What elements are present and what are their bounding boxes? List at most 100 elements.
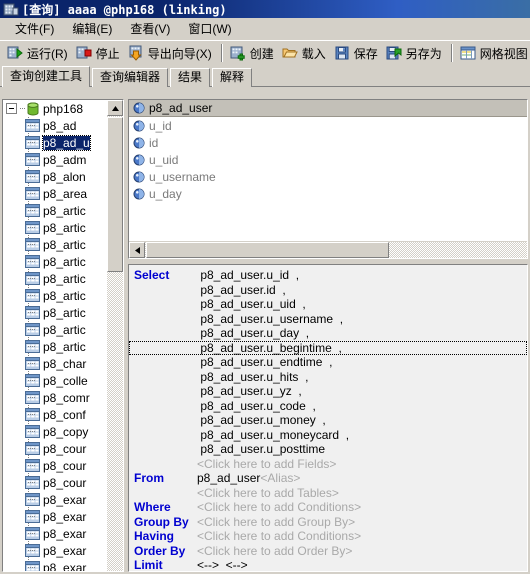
menu-edit[interactable]: 编辑(E) [63,18,121,39]
tree-vertical-scrollbar[interactable] [107,100,123,571]
tree-item[interactable]: p8_exar [3,508,108,525]
tree-item[interactable]: p8_artic [3,321,108,338]
tab-result[interactable]: 结果 [170,68,211,87]
query-select-field[interactable]: p8_ad_user.u_username , [197,312,343,326]
query-select-field[interactable]: p8_ad_user.u_endtime , [197,355,332,369]
tree-item[interactable]: p8_exar [3,559,108,571]
field-list-item[interactable]: u_uid [129,151,527,168]
toolbar-run[interactable]: 运行(R) [4,43,73,64]
query-add-tables-row[interactable]: <Click here to add Tables> [129,486,527,501]
query-select-field-row[interactable]: p8_ad_user.u_endtime , [129,355,527,370]
tree-item[interactable]: p8_exar [3,542,108,559]
tree-item[interactable]: p8_colle [3,372,108,389]
query-select-field-row[interactable]: p8_ad_user.u_username , [129,312,527,327]
tree-collapse-icon[interactable] [6,103,17,114]
tree-item[interactable]: p8_adm [3,151,108,168]
query-select-field[interactable]: p8_ad_user.u_yz , [197,384,301,398]
query-having-placeholder[interactable]: <Click here to add Conditions> [197,529,361,543]
query-select-field-row[interactable]: p8_ad_user.u_yz , [129,384,527,399]
field-list[interactable]: u_id id u_uid u_username u_day [129,117,527,202]
query-select-field-row[interactable]: Select p8_ad_user.u_id , [129,268,527,283]
query-select-field[interactable]: p8_ad_user.u_hits , [197,370,308,384]
toolbar-grid-view[interactable]: 网格视图 [457,43,530,64]
tree-item[interactable]: p8_ad_u [3,134,108,151]
tree-item[interactable]: p8_cour [3,440,108,457]
query-group-by-row[interactable]: Group By <Click here to add Group By> [129,515,527,530]
query-from-alias[interactable]: <Alias> [260,471,300,485]
query-select-field-row[interactable]: p8_ad_user.u_uid , [129,297,527,312]
database-tree-panel[interactable]: php168 p8_ad p8_ad_u p8_adm p8_alon p8_area p8… [2,99,124,572]
field-list-item[interactable]: u_id [129,117,527,134]
tab-query-editor[interactable]: 查询编辑器 [92,68,169,87]
tree-item[interactable]: p8_char [3,355,108,372]
tree-item[interactable]: p8_artic [3,338,108,355]
query-select-field[interactable]: p8_ad_user.u_posttime [197,442,328,456]
query-limit-row[interactable]: Limit <--> <--> [129,558,527,571]
tree-item[interactable]: p8_exar [3,491,108,508]
tab-explain[interactable]: 解释 [212,68,253,87]
tree-item[interactable]: p8_artic [3,202,108,219]
query-select-field[interactable]: p8_ad_user.u_code , [197,399,315,413]
table-field-panel[interactable]: p8_ad_user u_id id u_uid u_username u_day [128,99,528,259]
menu-view[interactable]: 查看(V) [121,18,179,39]
query-select-field-row[interactable]: p8_ad_user.u_hits , [129,370,527,385]
query-where-placeholder[interactable]: <Click here to add Conditions> [197,500,361,514]
database-tree[interactable]: php168 p8_ad p8_ad_u p8_adm p8_alon p8_area p8… [3,100,108,571]
toolbar-create[interactable]: 创建 [227,43,279,64]
query-add-fields-row[interactable]: <Click here to add Fields> [129,457,527,472]
tree-item[interactable]: p8_artic [3,253,108,270]
tree-item[interactable]: p8_copy [3,423,108,440]
tree-item[interactable]: p8_conf [3,406,108,423]
query-select-field-row[interactable]: p8_ad_user.u_posttime [129,442,527,457]
tab-query-builder[interactable]: 查询创建工具 [2,66,91,87]
toolbar-save-as[interactable]: 另存为 [383,43,447,64]
tree-item[interactable]: p8_artic [3,270,108,287]
tree-item[interactable]: p8_alon [3,168,108,185]
query-from-row[interactable]: From p8_ad_user<Alias> [129,471,527,486]
tree-item[interactable]: p8_area [3,185,108,202]
query-select-field[interactable]: p8_ad_user.id , [197,283,285,297]
field-panel-scroll-left-button[interactable] [129,242,145,258]
toolbar-save[interactable]: 保存 [331,43,383,64]
query-select-field-row[interactable]: p8_ad_user.u_begintime , [129,340,527,355]
query-order-by-placeholder[interactable]: <Click here to add Order By> [197,544,352,558]
query-add-fields-placeholder[interactable]: <Click here to add Fields> [197,457,336,471]
toolbar-load[interactable]: 载入 [279,43,331,64]
field-panel-table-header[interactable]: p8_ad_user [129,100,527,117]
field-panel-scrollbar-thumb[interactable] [146,242,389,258]
field-list-item[interactable]: u_username [129,168,527,185]
tree-root-php168[interactable]: php168 [3,100,108,117]
toolbar-export-wizard[interactable]: 导出向导(X) [125,43,217,64]
query-select-field-row[interactable]: p8_ad_user.u_money , [129,413,527,428]
query-select-field-row[interactable]: p8_ad_user.u_moneycard , [129,428,527,443]
tree-item[interactable]: p8_exar [3,525,108,542]
menu-file[interactable]: 文件(F) [6,18,63,39]
tree-scroll-up-button[interactable] [107,100,123,116]
tree-item[interactable]: p8_artic [3,304,108,321]
query-from-value[interactable]: p8_ad_user<Alias> [197,471,300,485]
query-group-by-placeholder[interactable]: <Click here to add Group By> [197,515,355,529]
field-panel-horizontal-scrollbar[interactable] [129,241,527,258]
menu-window[interactable]: 窗口(W) [179,18,240,39]
toolbar-stop[interactable]: 停止 [73,43,125,64]
query-having-row[interactable]: Having <Click here to add Conditions> [129,529,527,544]
tree-item[interactable]: p8_cour [3,457,108,474]
tree-scrollbar-thumb[interactable] [107,117,123,272]
tree-item[interactable]: p8_artic [3,219,108,236]
query-order-by-row[interactable]: Order By <Click here to add Order By> [129,544,527,559]
query-where-row[interactable]: Where <Click here to add Conditions> [129,500,527,515]
query-limit-value[interactable]: <--> <--> [197,558,248,571]
field-list-item[interactable]: u_day [129,185,527,202]
query-select-field[interactable]: p8_ad_user.u_uid , [197,297,305,311]
query-add-tables-placeholder[interactable]: <Click here to add Tables> [197,486,339,500]
tree-item[interactable]: p8_artic [3,287,108,304]
tree-item[interactable]: p8_cour [3,474,108,491]
query-select-field-row[interactable]: p8_ad_user.u_code , [129,399,527,414]
query-select-field[interactable]: p8_ad_user.u_money , [197,413,325,427]
query-select-field[interactable]: p8_ad_user.u_moneycard , [197,428,349,442]
query-select-field-row[interactable]: p8_ad_user.u_day , [129,326,527,341]
query-select-field[interactable]: p8_ad_user.u_begintime , [197,341,341,355]
query-select-field[interactable]: p8_ad_user.u_day , [197,326,309,340]
query-select-field-row[interactable]: p8_ad_user.id , [129,283,527,298]
tree-item[interactable]: p8_comr [3,389,108,406]
